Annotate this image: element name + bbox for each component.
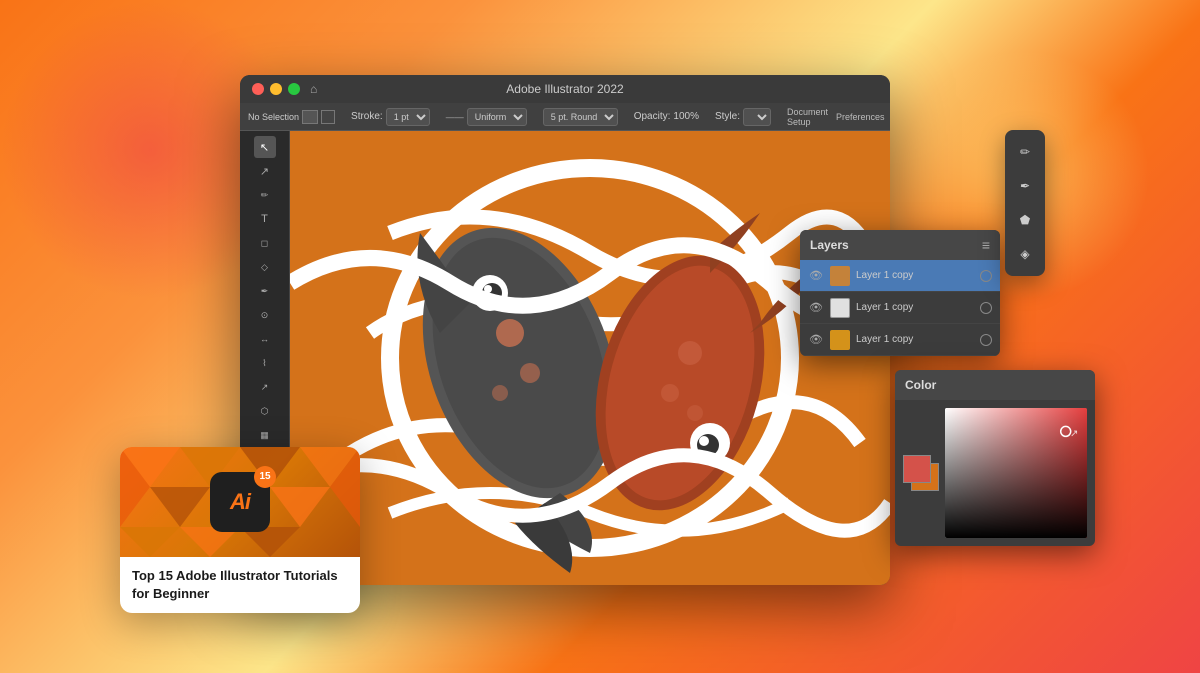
window-titlebar: ⌂ Adobe Illustrator 2022 <box>240 75 890 103</box>
home-icon[interactable]: ⌂ <box>310 82 317 96</box>
artwork-container <box>290 131 890 585</box>
ai-logo-text: Ai <box>230 489 250 515</box>
color-swatch-fg[interactable] <box>903 455 931 483</box>
tool-chart[interactable]: ▦ <box>254 424 276 446</box>
layer-visibility-circle-1[interactable] <box>980 270 992 282</box>
ai-toolbar: No Selection Stroke: 1 pt —— Uniform 5 p… <box>240 103 890 131</box>
layer-thumb-1 <box>830 266 850 286</box>
color-swatches-row: ↗ <box>895 400 1095 546</box>
tool-paintbucket[interactable]: ⌇ <box>254 352 276 374</box>
layer-name-1: Layer 1 copy <box>856 270 974 281</box>
uniform-item: —— Uniform <box>446 108 527 126</box>
layer-eye-2[interactable]: 👁 <box>808 300 824 316</box>
layers-panel-title: Layers <box>810 238 849 252</box>
toolbar-selection: No Selection <box>248 110 335 124</box>
minimize-button[interactable] <box>270 83 282 95</box>
layer-eye-3[interactable]: 👁 <box>808 332 824 348</box>
preferences-btn[interactable]: Preferences <box>836 112 885 122</box>
tool-rotate[interactable]: ⊙ <box>254 304 276 326</box>
color-panel-title: Color <box>905 378 936 392</box>
layer-eye-1[interactable]: 👁 <box>808 268 824 284</box>
selection-swatch[interactable] <box>302 110 318 124</box>
tool-direct-select[interactable]: ↗ <box>254 160 276 182</box>
rt-btn-eraser[interactable]: ⬟ <box>1011 206 1039 234</box>
tool-select[interactable]: ↖ <box>254 136 276 158</box>
color-panel: Color <box>895 370 1095 546</box>
right-floating-toolbar: ✏ ✒ ⬟ ◈ <box>1005 130 1045 276</box>
layers-menu-icon[interactable]: ≡ <box>982 237 990 253</box>
fullscreen-button[interactable] <box>288 83 300 95</box>
layer-visibility-circle-3[interactable] <box>980 334 992 346</box>
layer-item-3[interactable]: 👁 Layer 1 copy <box>800 324 1000 356</box>
brush-item: 5 pt. Round <box>543 108 618 126</box>
thumb-title: Top 15 Adobe Illustrator Tutorials for B… <box>120 557 360 613</box>
layer-name-3: Layer 1 copy <box>856 334 974 345</box>
tool-blend[interactable]: ⬡ <box>254 400 276 422</box>
color-swatch-stack[interactable] <box>903 455 939 491</box>
layer-name-2: Layer 1 copy <box>856 302 974 313</box>
rt-btn-fill[interactable]: ◈ <box>1011 240 1039 268</box>
layer-visibility-circle-2[interactable] <box>980 302 992 314</box>
thumb-image: Ai 15 <box>120 447 360 557</box>
window-title: Adobe Illustrator 2022 <box>506 82 623 96</box>
badge-count: 15 <box>254 466 276 488</box>
layers-panel: Layers ≡ 👁 Layer 1 copy 👁 Layer 1 copy 👁… <box>800 230 1000 356</box>
tool-pencil[interactable]: ✒ <box>254 280 276 302</box>
artwork-svg <box>290 131 890 585</box>
stroke-value-select[interactable]: 1 pt <box>386 108 430 126</box>
fill-icon: ◈ <box>1020 247 1029 261</box>
selection-swatch2[interactable] <box>321 110 335 124</box>
color-gradient-field[interactable]: ↗ <box>945 408 1087 538</box>
layer-thumb-2 <box>830 298 850 318</box>
rt-btn-pen[interactable]: ✏ <box>1011 138 1039 166</box>
layer-thumb-3 <box>830 330 850 350</box>
layer-item-1[interactable]: 👁 Layer 1 copy <box>800 260 1000 292</box>
opacity-item: Opacity: 100% <box>634 111 699 122</box>
brush-icon: ✒ <box>1020 179 1030 193</box>
color-panel-header: Color <box>895 370 1095 400</box>
tool-rectangle[interactable]: ◻ <box>254 232 276 254</box>
style-label: Style: <box>715 111 740 122</box>
close-button[interactable] <box>252 83 264 95</box>
opacity-label: Opacity: <box>634 111 671 122</box>
svg-text:↗: ↗ <box>1070 429 1078 440</box>
no-selection-label: No Selection <box>248 112 299 122</box>
pen-icon: ✏ <box>1020 145 1030 159</box>
document-setup-btn[interactable]: Document Setup <box>787 107 828 127</box>
style-item: Style: <box>715 108 771 126</box>
canvas-area[interactable] <box>290 131 890 585</box>
tool-pen[interactable]: ✏ <box>254 184 276 206</box>
layer-item-2[interactable]: 👁 Layer 1 copy <box>800 292 1000 324</box>
opacity-value: 100% <box>673 111 699 122</box>
rt-btn-brush[interactable]: ✒ <box>1011 172 1039 200</box>
layers-panel-header: Layers ≡ <box>800 230 1000 260</box>
traffic-lights <box>252 83 300 95</box>
brush-select[interactable]: 5 pt. Round <box>543 108 618 126</box>
stroke-item: Stroke: 1 pt <box>351 108 430 126</box>
tool-shape[interactable]: ◇ <box>254 256 276 278</box>
eraser-icon: ⬟ <box>1020 213 1030 227</box>
thumbnail-card: Ai 15 Top 15 Adobe Illustrator Tutorials… <box>120 447 360 613</box>
dash-icon: —— <box>446 112 464 122</box>
tool-scale[interactable]: ↔ <box>254 328 276 350</box>
stroke-label: Stroke: <box>351 111 383 122</box>
gradient-field[interactable]: ↗ <box>945 408 1087 538</box>
ai-logo-container: Ai 15 <box>210 472 270 532</box>
tool-eyedropper[interactable]: ↗ <box>254 376 276 398</box>
uniform-select[interactable]: Uniform <box>467 108 527 126</box>
tool-type[interactable]: T <box>254 208 276 230</box>
style-select[interactable] <box>743 108 771 126</box>
